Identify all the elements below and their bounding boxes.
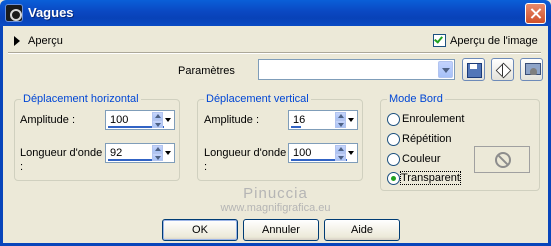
save-preset-button[interactable] xyxy=(462,58,485,81)
preset-manager-button[interactable] xyxy=(491,58,514,81)
app-icon[interactable] xyxy=(5,4,23,22)
horizontal-wavelength-label: Longueur d'onde : xyxy=(20,147,103,173)
watermark-url: www.magnifigrafica.eu xyxy=(220,202,331,214)
spin-up-icon[interactable] xyxy=(335,145,346,153)
spin-up-icon[interactable] xyxy=(152,145,163,153)
params-select[interactable] xyxy=(258,59,455,80)
chevron-down-icon[interactable] xyxy=(438,61,453,78)
spin-down-icon[interactable] xyxy=(335,153,346,161)
preview-checkbox-label[interactable]: Aperçu de l'image xyxy=(450,35,538,47)
radio-repetition[interactable] xyxy=(387,133,400,146)
separator xyxy=(8,52,541,54)
spin-up-icon[interactable] xyxy=(335,112,346,120)
horizontal-amplitude-input[interactable]: 100 xyxy=(105,110,175,130)
no-color-icon xyxy=(495,152,511,168)
horizontal-amplitude-value: 100 xyxy=(110,114,129,126)
cancel-button[interactable]: Annuler xyxy=(243,219,319,241)
vertical-wavelength-input[interactable]: 100 xyxy=(288,143,358,163)
horizontal-wavelength-input[interactable]: 92 xyxy=(105,143,175,163)
radio-label-transparent[interactable]: Transparent xyxy=(400,171,461,185)
expand-arrow-icon[interactable] xyxy=(14,36,20,46)
chevron-down-icon[interactable] xyxy=(347,112,356,128)
title-bar[interactable]: Vagues xyxy=(0,0,551,26)
horizontal-wavelength-spinner[interactable] xyxy=(152,145,163,161)
radio-label-couleur[interactable]: Couleur xyxy=(402,153,441,165)
horizontal-amplitude-spinner[interactable] xyxy=(152,112,163,128)
horizontal-group-title: Déplacement horizontal xyxy=(21,93,141,105)
radio-label-enroulement[interactable]: Enroulement xyxy=(402,113,464,125)
ok-button[interactable]: OK xyxy=(162,219,238,241)
vertical-amplitude-input[interactable]: 16 xyxy=(288,110,358,130)
spin-up-icon[interactable] xyxy=(152,112,163,120)
checkmark-icon xyxy=(434,34,443,44)
vertical-amplitude-spinner[interactable] xyxy=(335,112,346,128)
chevron-down-icon[interactable] xyxy=(164,145,173,161)
reset-button[interactable] xyxy=(520,58,543,81)
window-title: Vagues xyxy=(28,5,74,20)
radio-transparent[interactable] xyxy=(387,172,400,185)
vertical-wavelength-label: Longueur d'onde : xyxy=(204,147,287,173)
chevron-down-icon[interactable] xyxy=(347,145,356,161)
vertical-amplitude-label: Amplitude : xyxy=(204,114,260,126)
preview-checkbox[interactable] xyxy=(433,34,446,47)
vertical-group-title: Déplacement vertical xyxy=(204,93,311,105)
preview-toggle-label[interactable]: Aperçu xyxy=(28,35,63,47)
horizontal-wavelength-bar xyxy=(108,159,156,161)
vertical-amplitude-bar xyxy=(291,126,301,128)
radio-label-repetition[interactable]: Répétition xyxy=(402,133,452,145)
radio-enroulement[interactable] xyxy=(387,113,400,126)
chevron-down-icon[interactable] xyxy=(164,112,173,128)
spin-down-icon[interactable] xyxy=(152,120,163,128)
params-label: Paramètres xyxy=(178,65,235,77)
color-swatch[interactable] xyxy=(474,146,530,173)
spin-down-icon[interactable] xyxy=(335,120,346,128)
vertical-wavelength-value: 100 xyxy=(293,147,312,159)
horizontal-amplitude-label: Amplitude : xyxy=(20,114,76,126)
edge-mode-group-title: Mode Bord xyxy=(387,93,445,105)
close-button[interactable] xyxy=(525,3,546,24)
radio-couleur[interactable] xyxy=(387,153,400,166)
watermark-name: Pinuccia xyxy=(243,185,308,202)
help-button[interactable]: Aide xyxy=(324,219,400,241)
spin-down-icon[interactable] xyxy=(152,153,163,161)
vertical-amplitude-value: 16 xyxy=(293,114,306,126)
horizontal-wavelength-value: 92 xyxy=(110,147,123,159)
vertical-wavelength-spinner[interactable] xyxy=(335,145,346,161)
